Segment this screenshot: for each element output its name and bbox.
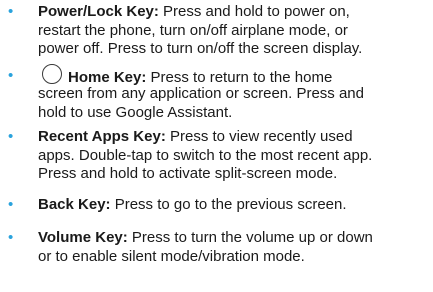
item-description-line: Press to go to the previous screen.	[114, 196, 347, 213]
item-description-line: screen from any application or screen. P…	[38, 85, 364, 102]
item-term: Volume Key:	[38, 229, 128, 246]
item-text: Volume Key: Press to turn the volume up …	[38, 229, 430, 266]
item-description-line: apps. Double-tap to switch to the most r…	[38, 146, 373, 164]
bullet-icon: •	[8, 67, 14, 84]
bullet-icon: •	[8, 3, 14, 20]
bullet-icon: •	[8, 196, 14, 213]
item-text-continued: screen from any application or screen. P…	[38, 85, 433, 122]
item-description-line: Press to view recently used	[169, 128, 353, 145]
item-description-line: restart the phone, turn on/off airplane …	[38, 21, 348, 39]
item-description-line: Press to return to the home	[150, 69, 333, 86]
key-descriptions-list: • Power/Lock Key: Press and hold to powe…	[0, 0, 433, 292]
item-description-line: power off. Press to turn on/off the scre…	[38, 40, 363, 57]
item-term: Power/Lock Key:	[38, 3, 159, 20]
home-circle-icon	[42, 64, 62, 84]
item-text: Back Key: Press to go to the previous sc…	[38, 196, 430, 215]
item-text: Recent Apps Key: Press to view recently …	[38, 128, 430, 184]
item-text: Power/Lock Key: Press and hold to power …	[38, 3, 430, 59]
item-description-line: or to enable silent mode/vibration mode.	[38, 247, 305, 265]
item-description-line: hold to use Google Assistant.	[38, 103, 233, 121]
bullet-icon: •	[8, 128, 14, 145]
item-description-line: Press and hold to power on,	[163, 3, 350, 20]
item-description-line: Press to turn the volume up or down	[131, 229, 373, 246]
item-text: Home Key: Press to return to the home	[38, 64, 430, 88]
item-term: Back Key:	[38, 196, 111, 213]
item-term: Recent Apps Key:	[38, 128, 166, 145]
bullet-icon: •	[8, 229, 14, 246]
item-description-line: Press and hold to activate split-screen …	[38, 165, 338, 182]
item-term: Home Key:	[68, 69, 147, 86]
